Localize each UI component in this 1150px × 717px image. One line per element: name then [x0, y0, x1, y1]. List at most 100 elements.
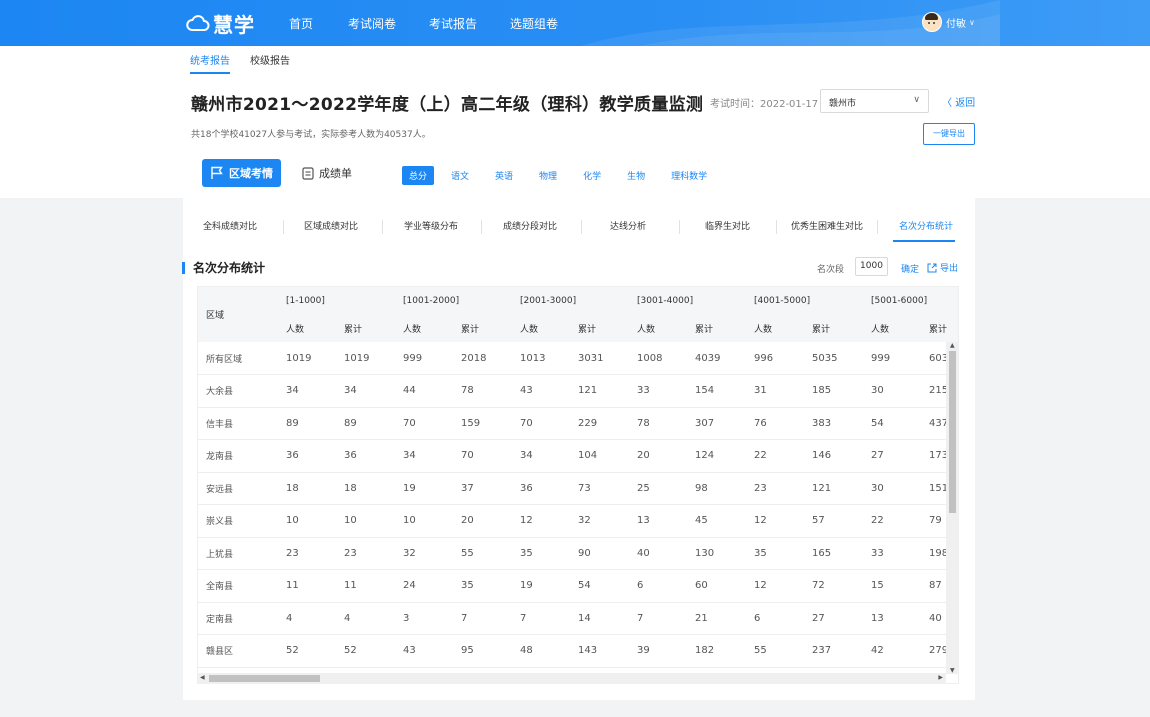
region-view-button[interactable]: 区域考情	[202, 159, 281, 187]
cell-count: 6	[746, 602, 804, 635]
export-icon	[927, 263, 937, 272]
cell-count: 19	[512, 569, 570, 603]
cell-cumulative: 55	[453, 537, 512, 570]
flag-icon	[211, 166, 223, 179]
column-header-range: [1001-2000]	[395, 287, 512, 315]
rank-distribution-table: 区域 [1-1000] [1001-2000] [2001-3000] [300…	[197, 286, 959, 684]
rank-segment-input[interactable]: 1000	[855, 257, 888, 276]
cell-count: 25	[629, 472, 687, 505]
back-link[interactable]: 〈 返回	[942, 94, 975, 109]
tab-borderline-compare[interactable]: 临界生对比	[705, 219, 750, 232]
cell-cumulative: 54	[570, 569, 629, 603]
cell-count: 34	[395, 439, 453, 473]
tab-grade-distribution[interactable]: 学业等级分布	[404, 219, 458, 232]
tab-joint-exam-report[interactable]: 统考报告	[190, 52, 230, 74]
tab-score-segment-compare[interactable]: 成绩分段对比	[503, 219, 557, 232]
cell-region: 崇义县	[198, 504, 278, 538]
column-header-count: 人数	[395, 315, 453, 342]
cell-cumulative: 70	[453, 439, 512, 473]
cell-count: 35	[746, 537, 804, 570]
tab-all-subject-compare[interactable]: 全科成绩对比	[203, 219, 257, 232]
nav-item-home[interactable]: 首页	[289, 15, 313, 32]
cell-cumulative: 98	[687, 472, 746, 505]
subject-tab-chinese[interactable]: 语文	[451, 169, 469, 182]
export-button[interactable]: 导出	[927, 261, 958, 274]
cell-count: 42	[863, 634, 921, 668]
region-select[interactable]: 赣州市 ∨	[820, 89, 929, 113]
tab-divider	[382, 220, 383, 234]
tab-divider	[679, 220, 680, 234]
cell-count: 34	[278, 374, 336, 408]
subject-tab-total[interactable]: 总分	[402, 166, 435, 185]
tab-school-report[interactable]: 校级报告	[250, 52, 290, 74]
cell-count: 13	[629, 504, 687, 538]
vertical-scroll-thumb[interactable]	[949, 351, 956, 513]
cell-cumulative: 23	[336, 537, 395, 570]
cell-cumulative: 14	[570, 602, 629, 635]
column-header-range: [1-1000]	[278, 287, 395, 315]
cell-count: 4	[278, 602, 336, 635]
cell-count: 12	[746, 504, 804, 538]
tab-rank-distribution[interactable]: 名次分布统计	[899, 219, 953, 232]
score-sheet-button[interactable]: 成绩单	[302, 165, 352, 181]
cell-count: 23	[746, 472, 804, 505]
subject-tab-english[interactable]: 英语	[495, 169, 513, 182]
cell-cumulative: 35	[453, 569, 512, 603]
horizontal-scrollbar[interactable]: ◀ ▶	[197, 673, 946, 684]
confirm-button[interactable]: 确定	[901, 262, 919, 275]
cell-count: 24	[395, 569, 453, 603]
tab-region-score-compare[interactable]: 区域成绩对比	[304, 219, 358, 232]
table-row: 所有区域 1019 1019 999 2018 1013 3031 1008 4039 996 50…	[198, 342, 958, 375]
cell-cumulative: 90	[570, 537, 629, 570]
export-all-button[interactable]: 一键导出	[923, 123, 975, 145]
tab-excellent-struggling-compare[interactable]: 优秀生困难生对比	[791, 219, 863, 232]
cell-cumulative: 182	[687, 634, 746, 668]
table-row: 上犹县 23 23 32 55 35 90 40 130 35 165 33 198	[198, 537, 958, 570]
document-icon	[302, 166, 314, 180]
column-header-range: [2001-3000]	[512, 287, 629, 315]
nav-item-exam-report[interactable]: 考试报告	[429, 15, 477, 32]
report-type-tabs: 统考报告 校级报告	[190, 52, 290, 74]
logo[interactable]: 慧学	[186, 8, 255, 38]
cell-count: 1013	[512, 342, 570, 375]
subject-tab-chemistry[interactable]: 化学	[583, 169, 601, 182]
cell-region: 龙南县	[198, 439, 278, 473]
column-header-range: [4001-5000]	[746, 287, 863, 315]
tab-divider	[877, 220, 878, 234]
nav-item-exam-marking[interactable]: 考试阅卷	[348, 15, 396, 32]
cell-cumulative: 185	[804, 374, 863, 408]
cell-count: 1019	[278, 342, 336, 375]
cell-cumulative: 1019	[336, 342, 395, 375]
table-row: 大余县 34 34 44 78 43 121 33 154 31 185 30 215	[198, 374, 958, 408]
table-row: 赣县区 52 52 43 95 48 143 39 182 55 237 42 279	[198, 634, 958, 668]
cell-count: 996	[746, 342, 804, 375]
cell-count: 55	[746, 634, 804, 668]
scroll-left-icon[interactable]: ◀	[200, 674, 205, 681]
cell-count: 6	[629, 569, 687, 603]
scroll-down-icon[interactable]: ▼	[950, 667, 955, 674]
cell-count: 43	[512, 374, 570, 408]
cell-count: 11	[278, 569, 336, 603]
column-header-cumulative: 累计	[453, 315, 512, 342]
cell-cumulative: 307	[687, 407, 746, 440]
cell-cumulative: 36	[336, 439, 395, 473]
column-header-count: 人数	[746, 315, 804, 342]
nav-item-question-compose[interactable]: 选题组卷	[510, 15, 558, 32]
cell-region: 赣县区	[198, 634, 278, 668]
subject-tab-biology[interactable]: 生物	[627, 169, 645, 182]
table-row: 定南县 4 4 3 7 7 14 7 21 6 27 13 40	[198, 602, 958, 635]
table-row: 信丰县 89 89 70 159 70 229 78 307 76 383 54 437	[198, 407, 958, 440]
cell-count: 3	[395, 602, 453, 635]
subject-tab-physics[interactable]: 物理	[539, 169, 557, 182]
scroll-right-icon[interactable]: ▶	[938, 674, 943, 681]
cell-cumulative: 4	[336, 602, 395, 635]
cell-cumulative: 229	[570, 407, 629, 440]
horizontal-scroll-thumb[interactable]	[209, 675, 320, 682]
tab-pass-line-analysis[interactable]: 达线分析	[610, 219, 646, 232]
user-menu[interactable]: 付敏 ∨	[922, 12, 975, 32]
subject-tab-math[interactable]: 理科数学	[671, 169, 707, 182]
cell-cumulative: 52	[336, 634, 395, 668]
vertical-scrollbar[interactable]: ▲ ▼	[946, 342, 959, 674]
cell-count: 1008	[629, 342, 687, 375]
scroll-up-icon[interactable]: ▲	[950, 342, 955, 349]
